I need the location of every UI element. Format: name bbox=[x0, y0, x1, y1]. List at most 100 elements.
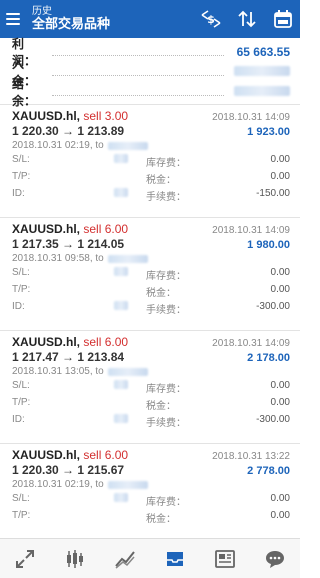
swap-label: 库存费： bbox=[146, 158, 186, 169]
tp-value bbox=[54, 284, 146, 299]
tax-value: 0.00 bbox=[270, 284, 290, 295]
trade-open-info: 2018.10.31 02:19, to bbox=[12, 140, 290, 151]
page-subtitle: 历史 bbox=[32, 5, 52, 17]
tax-value: 0.00 bbox=[270, 171, 290, 182]
divider-dots bbox=[52, 94, 224, 96]
id-value bbox=[54, 414, 146, 429]
tax-value: 0.00 bbox=[270, 397, 290, 408]
divider-dots bbox=[52, 54, 224, 56]
trade-open-info: 2018.10.31 02:19, to bbox=[12, 479, 290, 490]
trade-profit: 1 980.00 bbox=[247, 239, 290, 251]
chart-candles-icon[interactable] bbox=[59, 543, 91, 575]
app-header: 历史 全部交易品种 $ bbox=[0, 0, 300, 38]
chat-icon[interactable] bbox=[259, 543, 291, 575]
commission-value: -300.00 bbox=[256, 301, 290, 312]
tp-label: T/P: bbox=[12, 510, 31, 521]
sl-value bbox=[54, 154, 146, 169]
trade-item[interactable]: XAUUSD.hl, sell 6.00 2018.10.31 14:09 1 … bbox=[0, 218, 300, 331]
tp-value bbox=[54, 171, 146, 186]
dollar-arrows-icon[interactable]: $ bbox=[200, 8, 222, 30]
trade-prices: 1 217.47 → 1 213.84 bbox=[12, 350, 125, 364]
trade-side: sell 6.00 bbox=[83, 335, 129, 349]
sl-label: S/L: bbox=[12, 267, 30, 278]
swap-value: 0.00 bbox=[270, 154, 290, 165]
redacted bbox=[107, 480, 148, 489]
sort-arrows-icon[interactable] bbox=[236, 8, 258, 30]
trade-open-time: 2018.10.31 13:05, to bbox=[12, 366, 104, 377]
trade-close-time: 2018.10.31 14:09 bbox=[212, 225, 290, 236]
redacted bbox=[107, 254, 148, 263]
swap-label: 库存费： bbox=[146, 271, 186, 282]
trade-symbol: XAUUSD.hl, bbox=[12, 448, 81, 462]
commission-value: -150.00 bbox=[256, 188, 290, 199]
history-tray-icon[interactable] bbox=[159, 543, 191, 575]
trade-prices: 1 220.30 → 1 213.89 bbox=[12, 124, 125, 138]
sl-label: S/L: bbox=[12, 154, 30, 165]
trade-item[interactable]: XAUUSD.hl, sell 6.00 2018.10.31 14:09 1 … bbox=[0, 331, 300, 444]
trade-open-time: 2018.10.31 02:19, to bbox=[12, 140, 104, 151]
tp-value bbox=[54, 510, 146, 525]
title-block[interactable]: 历史 全部交易品种 bbox=[32, 6, 200, 32]
swap-value: 0.00 bbox=[270, 380, 290, 391]
trade-close-time: 2018.10.31 13:22 bbox=[212, 451, 290, 462]
page-title: 全部交易品种 bbox=[32, 16, 111, 32]
trade-profit: 2 178.00 bbox=[247, 352, 290, 364]
id-label: ID: bbox=[12, 414, 25, 425]
swap-value: 0.00 bbox=[270, 267, 290, 278]
calendar-icon[interactable] bbox=[272, 8, 294, 30]
id-value bbox=[54, 301, 146, 316]
trade-symbol: XAUUSD.hl, bbox=[12, 109, 81, 123]
sl-value bbox=[54, 267, 146, 282]
summary-panel: 利润： 65 663.55 入金： 结余： bbox=[0, 37, 300, 108]
deposit-value-redacted bbox=[230, 65, 290, 79]
deposit-row: 入金： bbox=[12, 57, 290, 88]
trade-open-time: 2018.10.31 02:19, to bbox=[12, 479, 104, 490]
tp-label: T/P: bbox=[12, 284, 31, 295]
redacted bbox=[107, 141, 148, 150]
chart-line-icon[interactable] bbox=[109, 543, 141, 575]
tp-label: T/P: bbox=[12, 397, 31, 408]
trade-item[interactable]: XAUUSD.hl, sell 6.00 2018.10.31 13:22 1 … bbox=[0, 444, 300, 530]
trade-open-info: 2018.10.31 13:05, to bbox=[12, 366, 290, 377]
sl-value bbox=[54, 493, 146, 508]
sl-label: S/L: bbox=[12, 380, 30, 391]
svg-text:$: $ bbox=[207, 13, 215, 26]
id-label: ID: bbox=[12, 188, 25, 199]
id-value bbox=[54, 188, 146, 203]
tp-label: T/P: bbox=[12, 171, 31, 182]
sl-value bbox=[54, 380, 146, 395]
trade-icon[interactable] bbox=[9, 543, 41, 575]
balance-row: 结余： bbox=[12, 77, 290, 108]
tax-label: 税金： bbox=[146, 288, 176, 299]
trade-symbol: XAUUSD.hl, bbox=[12, 222, 81, 236]
trade-close-time: 2018.10.31 14:09 bbox=[212, 338, 290, 349]
trade-prices: 1 220.30 → 1 215.67 bbox=[12, 463, 125, 477]
news-icon[interactable] bbox=[209, 543, 241, 575]
tax-label: 税金： bbox=[146, 175, 176, 186]
profit-row: 利润： 65 663.55 bbox=[12, 37, 290, 68]
swap-value: 0.00 bbox=[270, 493, 290, 504]
swap-label: 库存费： bbox=[146, 497, 186, 508]
tax-value: 0.00 bbox=[270, 510, 290, 521]
tax-label: 税金： bbox=[146, 514, 176, 525]
tax-label: 税金： bbox=[146, 401, 176, 412]
id-label: ID: bbox=[12, 301, 25, 312]
commission-label: 手续费： bbox=[146, 305, 186, 316]
swap-label: 库存费： bbox=[146, 384, 186, 395]
sl-label: S/L: bbox=[12, 493, 30, 504]
menu-icon[interactable] bbox=[6, 9, 26, 29]
trade-item[interactable]: XAUUSD.hl, sell 3.00 2018.10.31 14:09 1 … bbox=[0, 105, 300, 218]
trade-side: sell 6.00 bbox=[83, 222, 129, 236]
commission-label: 手续费： bbox=[146, 192, 186, 203]
trade-profit: 2 778.00 bbox=[247, 465, 290, 477]
trade-prices: 1 217.35 → 1 214.05 bbox=[12, 237, 125, 251]
trade-close-time: 2018.10.31 14:09 bbox=[212, 112, 290, 123]
balance-value-redacted bbox=[230, 85, 290, 99]
trade-open-time: 2018.10.31 09:58, to bbox=[12, 253, 104, 264]
trade-side: sell 3.00 bbox=[83, 109, 129, 123]
trade-symbol: XAUUSD.hl, bbox=[12, 335, 81, 349]
trade-open-info: 2018.10.31 09:58, to bbox=[12, 253, 290, 264]
bottom-nav bbox=[0, 538, 300, 578]
tp-value bbox=[54, 397, 146, 412]
profit-value: 65 663.55 bbox=[236, 45, 290, 59]
